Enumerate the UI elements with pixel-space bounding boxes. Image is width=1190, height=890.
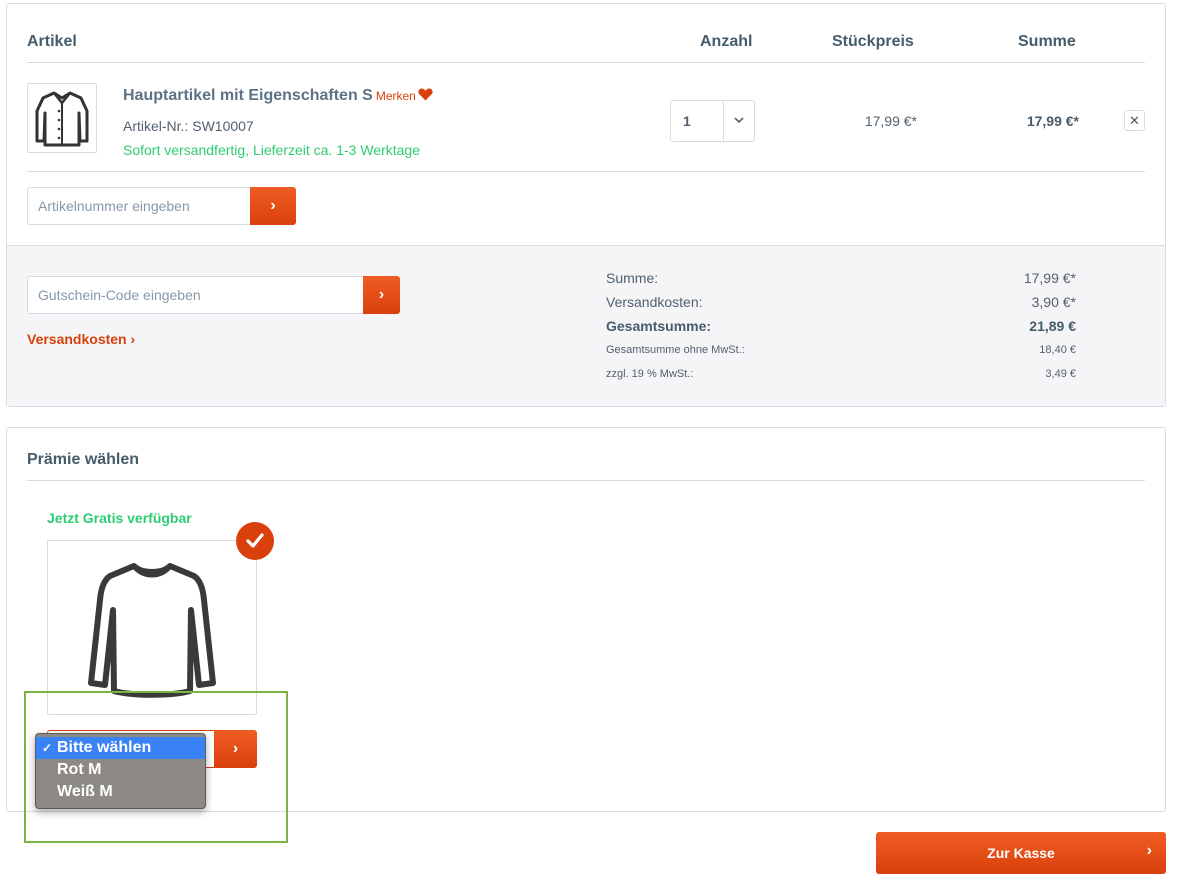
voucher-code-input[interactable]: Gutschein-Code eingeben	[27, 276, 364, 314]
sum-label: Summe:	[606, 270, 659, 286]
item-divider	[27, 171, 1145, 172]
cart-summary: Gutschein-Code eingeben › Versandkosten …	[7, 245, 1165, 406]
close-icon: ✕	[1129, 112, 1140, 128]
net-value: 18,40 €	[1039, 344, 1076, 356]
option-label: Bitte wählen	[57, 739, 152, 756]
dropdown-option-please-choose[interactable]: ✓ Bitte wählen	[36, 737, 205, 759]
cart-panel: Artikel Anzahl Stückpreis Summe Hauptart…	[6, 3, 1166, 407]
longsleeve-icon	[88, 562, 216, 698]
summary-row-net: Gesamtsumme ohne MwSt.: 18,40 €	[606, 344, 1076, 356]
column-header-total: Summe	[1018, 33, 1076, 50]
quantity-select[interactable]: 1	[670, 100, 755, 142]
bonus-product-image[interactable]	[47, 540, 257, 715]
add-bonus-button[interactable]: ›	[214, 730, 257, 768]
chevron-down-icon	[734, 117, 744, 124]
delivery-status: Sofort versandfertig, Lieferzeit ca. 1-3…	[123, 142, 420, 158]
net-label: Gesamtsumme ohne MwSt.:	[606, 344, 745, 356]
header-divider	[27, 62, 1145, 63]
column-header-quantity: Anzahl	[700, 33, 753, 50]
product-name-line: Hauptartikel mit Eigenschaften S Merken	[123, 87, 433, 105]
checkmark-icon	[246, 533, 264, 548]
product-thumbnail[interactable]	[27, 83, 97, 153]
column-header-article: Artikel	[27, 33, 77, 50]
bonus-divider	[27, 480, 1145, 481]
shipping-costs-link[interactable]: Versandkosten ›	[27, 331, 135, 347]
line-total: 17,99 €*	[1026, 113, 1079, 129]
summary-row-tax: zzgl. 19 % MwSt.: 3,49 €	[606, 368, 1076, 380]
check-icon: ✓	[42, 741, 53, 755]
grand-total-label: Gesamtsumme:	[606, 318, 712, 334]
shipping-label: Versandkosten:	[606, 294, 703, 310]
tax-label: zzgl. 19 % MwSt.:	[606, 368, 694, 380]
add-article-button[interactable]: ›	[250, 187, 296, 225]
merken-link[interactable]: Merken	[375, 88, 433, 103]
bonus-variant-dropdown[interactable]: ✓ Bitte wählen Rot M Weiß M	[35, 733, 206, 809]
sum-value: 17,99 €*	[1023, 270, 1076, 286]
column-header-unit-price: Stückpreis	[832, 33, 914, 50]
summary-row-grand-total: Gesamtsumme: 21,89 €	[606, 318, 1076, 334]
unit-price: 17,99 €*	[864, 113, 917, 129]
summary-row-shipping: Versandkosten: 3,90 €*	[606, 294, 1076, 310]
article-number-input[interactable]: Artikelnummer eingeben	[27, 187, 251, 225]
checkout-button[interactable]: Zur Kasse ›	[876, 832, 1166, 874]
shipping-value: 3,90 €*	[1031, 294, 1076, 310]
remove-item-button[interactable]: ✕	[1124, 110, 1145, 131]
grand-total-value: 21,89 €	[1029, 318, 1076, 334]
dropdown-option-weiss-m[interactable]: Weiß M	[36, 781, 205, 803]
add-voucher-button[interactable]: ›	[363, 276, 400, 314]
quantity-value: 1	[683, 113, 691, 129]
shirt-icon	[35, 91, 89, 147]
chevron-right-icon: ›	[270, 197, 276, 214]
free-available-label: Jetzt Gratis verfügbar	[47, 510, 192, 526]
heart-icon	[418, 88, 433, 101]
chevron-right-icon: ›	[1146, 842, 1152, 859]
summary-row-sum: Summe: 17,99 €*	[606, 270, 1076, 286]
tax-value: 3,49 €	[1045, 368, 1076, 380]
product-name-link[interactable]: Hauptartikel mit Eigenschaften S	[123, 87, 373, 104]
dropdown-option-rot-m[interactable]: Rot M	[36, 759, 205, 781]
quantity-divider	[723, 101, 724, 141]
option-label: Weiß M	[57, 783, 113, 800]
bonus-title: Prämie wählen	[27, 451, 140, 468]
chevron-right-icon: ›	[378, 286, 385, 303]
chevron-right-icon: ›	[232, 740, 239, 757]
checkout-label: Zur Kasse	[987, 845, 1055, 861]
merken-label: Merken	[375, 89, 416, 103]
option-label: Rot M	[57, 761, 102, 778]
bonus-selected-badge	[236, 522, 274, 560]
product-sku: Artikel-Nr.: SW10007	[123, 118, 254, 134]
